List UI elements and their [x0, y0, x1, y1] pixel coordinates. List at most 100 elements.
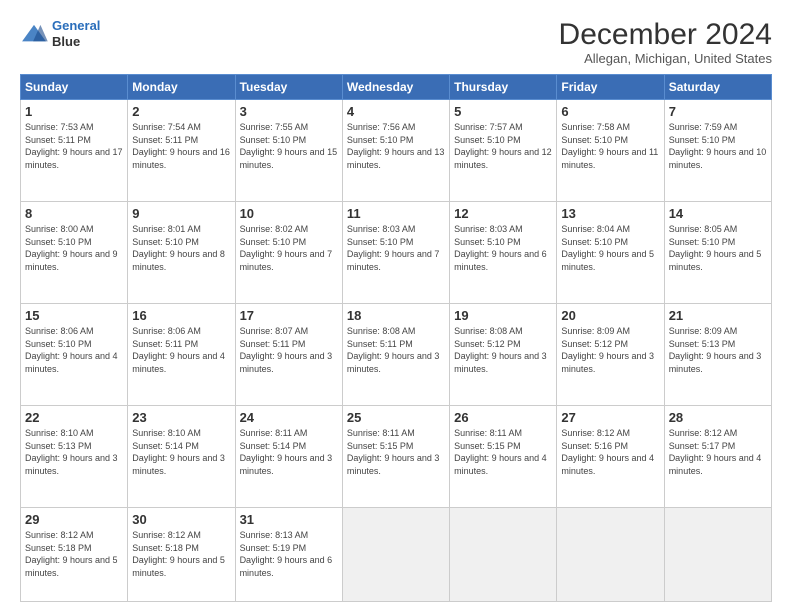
day-info: Sunrise: 8:07 AM Sunset: 5:11 PM Dayligh… [240, 325, 338, 375]
day-of-week-header: Thursday [450, 75, 557, 100]
calendar-cell: 3 Sunrise: 7:55 AM Sunset: 5:10 PM Daylig… [235, 100, 342, 202]
calendar-cell: 20 Sunrise: 8:09 AM Sunset: 5:12 PM Dayli… [557, 304, 664, 406]
calendar-cell [450, 508, 557, 602]
day-info: Sunrise: 7:56 AM Sunset: 5:10 PM Dayligh… [347, 121, 445, 171]
day-number: 9 [132, 206, 230, 221]
calendar-cell: 21 Sunrise: 8:09 AM Sunset: 5:13 PM Dayli… [664, 304, 771, 406]
calendar-cell: 6Sunrise: 7:58 AM Sunset: 5:10 PM Daylig… [557, 100, 664, 202]
subtitle: Allegan, Michigan, United States [559, 51, 772, 66]
calendar-cell: 11 Sunrise: 8:03 AM Sunset: 5:10 PM Dayli… [342, 202, 449, 304]
day-info: Sunrise: 7:53 AM Sunset: 5:11 PM Dayligh… [25, 121, 123, 171]
day-number: 4 [347, 104, 445, 119]
day-number: 31 [240, 512, 338, 527]
day-number: 29 [25, 512, 123, 527]
day-number: 20 [561, 308, 659, 323]
day-info: Sunrise: 8:03 AM Sunset: 5:10 PM Dayligh… [454, 223, 552, 273]
day-info: Sunrise: 8:09 AM Sunset: 5:13 PM Dayligh… [669, 325, 767, 375]
calendar-cell: 24 Sunrise: 8:11 AM Sunset: 5:14 PM Dayli… [235, 406, 342, 508]
day-info: Sunrise: 8:11 AM Sunset: 5:14 PM Dayligh… [240, 427, 338, 477]
day-number: 8 [25, 206, 123, 221]
calendar-cell: 10Sunrise: 8:02 AM Sunset: 5:10 PM Dayli… [235, 202, 342, 304]
logo-text: General Blue [52, 18, 100, 49]
day-of-week-header: Saturday [664, 75, 771, 100]
day-info: Sunrise: 8:12 AM Sunset: 5:17 PM Dayligh… [669, 427, 767, 477]
day-number: 14 [669, 206, 767, 221]
calendar-cell: 17 Sunrise: 8:07 AM Sunset: 5:11 PM Dayli… [235, 304, 342, 406]
day-info: Sunrise: 7:54 AM Sunset: 5:11 PM Dayligh… [132, 121, 230, 171]
calendar-cell: 25Sunrise: 8:11 AM Sunset: 5:15 PM Dayli… [342, 406, 449, 508]
calendar-cell: 14 Sunrise: 8:05 AM Sunset: 5:10 PM Dayli… [664, 202, 771, 304]
day-number: 2 [132, 104, 230, 119]
calendar-cell: 29Sunrise: 8:12 AM Sunset: 5:18 PM Dayli… [21, 508, 128, 602]
day-info: Sunrise: 8:08 AM Sunset: 5:12 PM Dayligh… [454, 325, 552, 375]
calendar-cell: 1 Sunrise: 7:53 AM Sunset: 5:11 PM Daylig… [21, 100, 128, 202]
calendar-cell: 16 Sunrise: 8:06 AM Sunset: 5:11 PM Dayli… [128, 304, 235, 406]
day-number: 24 [240, 410, 338, 425]
day-info: Sunrise: 7:59 AM Sunset: 5:10 PM Dayligh… [669, 121, 767, 171]
calendar-cell [342, 508, 449, 602]
day-number: 11 [347, 206, 445, 221]
header-row: SundayMondayTuesdayWednesdayThursdayFrid… [21, 75, 772, 100]
day-of-week-header: Wednesday [342, 75, 449, 100]
calendar-cell: 13 Sunrise: 8:04 AM Sunset: 5:10 PM Dayli… [557, 202, 664, 304]
day-number: 18 [347, 308, 445, 323]
day-info: Sunrise: 8:04 AM Sunset: 5:10 PM Dayligh… [561, 223, 659, 273]
calendar-cell: 18 Sunrise: 8:08 AM Sunset: 5:11 PM Dayli… [342, 304, 449, 406]
day-info: Sunrise: 8:08 AM Sunset: 5:11 PM Dayligh… [347, 325, 445, 375]
calendar-cell: 28 Sunrise: 8:12 AM Sunset: 5:17 PM Dayli… [664, 406, 771, 508]
day-number: 6 [561, 104, 659, 119]
page: General Blue December 2024 Allegan, Mich… [0, 0, 792, 612]
calendar-week-row: 8Sunrise: 8:00 AM Sunset: 5:10 PM Daylig… [21, 202, 772, 304]
calendar-body: 1 Sunrise: 7:53 AM Sunset: 5:11 PM Daylig… [21, 100, 772, 602]
day-number: 17 [240, 308, 338, 323]
day-number: 12 [454, 206, 552, 221]
day-info: Sunrise: 8:12 AM Sunset: 5:18 PM Dayligh… [132, 529, 230, 579]
calendar-cell: 5Sunrise: 7:57 AM Sunset: 5:10 PM Daylig… [450, 100, 557, 202]
title-block: December 2024 Allegan, Michigan, United … [559, 18, 772, 66]
calendar-cell: 8Sunrise: 8:00 AM Sunset: 5:10 PM Daylig… [21, 202, 128, 304]
day-number: 30 [132, 512, 230, 527]
day-info: Sunrise: 8:03 AM Sunset: 5:10 PM Dayligh… [347, 223, 445, 273]
day-number: 21 [669, 308, 767, 323]
calendar-cell: 22Sunrise: 8:10 AM Sunset: 5:13 PM Dayli… [21, 406, 128, 508]
day-info: Sunrise: 7:57 AM Sunset: 5:10 PM Dayligh… [454, 121, 552, 171]
day-number: 13 [561, 206, 659, 221]
day-of-week-header: Monday [128, 75, 235, 100]
day-number: 27 [561, 410, 659, 425]
calendar-week-row: 15Sunrise: 8:06 AM Sunset: 5:10 PM Dayli… [21, 304, 772, 406]
calendar-cell: 4 Sunrise: 7:56 AM Sunset: 5:10 PM Daylig… [342, 100, 449, 202]
calendar-header: SundayMondayTuesdayWednesdayThursdayFrid… [21, 75, 772, 100]
day-number: 26 [454, 410, 552, 425]
logo: General Blue [20, 18, 100, 49]
day-of-week-header: Friday [557, 75, 664, 100]
calendar-cell: 31 Sunrise: 8:13 AM Sunset: 5:19 PM Dayli… [235, 508, 342, 602]
logo-icon [20, 23, 48, 45]
day-number: 28 [669, 410, 767, 425]
day-number: 19 [454, 308, 552, 323]
day-info: Sunrise: 8:11 AM Sunset: 5:15 PM Dayligh… [454, 427, 552, 477]
day-info: Sunrise: 8:13 AM Sunset: 5:19 PM Dayligh… [240, 529, 338, 579]
day-number: 1 [25, 104, 123, 119]
calendar-table: SundayMondayTuesdayWednesdayThursdayFrid… [20, 74, 772, 602]
calendar-cell [664, 508, 771, 602]
day-info: Sunrise: 8:11 AM Sunset: 5:15 PM Dayligh… [347, 427, 445, 477]
calendar-cell: 15Sunrise: 8:06 AM Sunset: 5:10 PM Dayli… [21, 304, 128, 406]
calendar-cell: 23Sunrise: 8:10 AM Sunset: 5:14 PM Dayli… [128, 406, 235, 508]
day-info: Sunrise: 8:05 AM Sunset: 5:10 PM Dayligh… [669, 223, 767, 273]
day-number: 23 [132, 410, 230, 425]
day-number: 3 [240, 104, 338, 119]
day-info: Sunrise: 8:10 AM Sunset: 5:13 PM Dayligh… [25, 427, 123, 477]
calendar-cell: 27 Sunrise: 8:12 AM Sunset: 5:16 PM Dayli… [557, 406, 664, 508]
day-number: 7 [669, 104, 767, 119]
day-info: Sunrise: 8:09 AM Sunset: 5:12 PM Dayligh… [561, 325, 659, 375]
day-info: Sunrise: 8:12 AM Sunset: 5:16 PM Dayligh… [561, 427, 659, 477]
calendar-cell: 9 Sunrise: 8:01 AM Sunset: 5:10 PM Daylig… [128, 202, 235, 304]
calendar-cell: 26 Sunrise: 8:11 AM Sunset: 5:15 PM Dayli… [450, 406, 557, 508]
calendar-cell: 7 Sunrise: 7:59 AM Sunset: 5:10 PM Daylig… [664, 100, 771, 202]
calendar-cell [557, 508, 664, 602]
day-info: Sunrise: 8:06 AM Sunset: 5:11 PM Dayligh… [132, 325, 230, 375]
day-info: Sunrise: 7:55 AM Sunset: 5:10 PM Dayligh… [240, 121, 338, 171]
day-info: Sunrise: 8:01 AM Sunset: 5:10 PM Dayligh… [132, 223, 230, 273]
calendar-cell: 12 Sunrise: 8:03 AM Sunset: 5:10 PM Dayli… [450, 202, 557, 304]
day-number: 16 [132, 308, 230, 323]
